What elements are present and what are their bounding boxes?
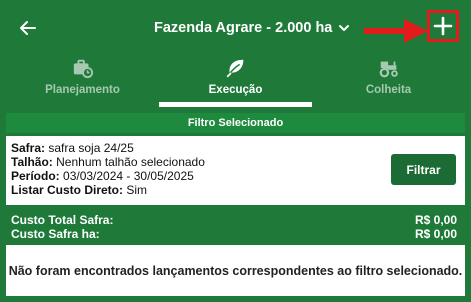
tab-colheita[interactable]: Colheita (312, 50, 465, 107)
filter-summary: Safra: safra soja 24/25 Talhão: Nenhum t… (6, 136, 465, 205)
back-button[interactable] (16, 16, 40, 40)
talhao-value: Nenhum talhão selecionado (56, 155, 205, 169)
talhao-line: Talhão: Nenhum talhão selecionado (11, 155, 205, 169)
add-button[interactable] (427, 10, 459, 42)
total-row: Custo Total Safra: R$ 0,00 (11, 213, 457, 227)
safra-value: safra soja 24/25 (48, 141, 134, 155)
tab-planejamento-label: Planejamento (45, 84, 120, 96)
app-header: Fazenda Agrare - 2.000 ha (6, 5, 465, 50)
annotation-arrow-icon (364, 19, 428, 43)
arrow-left-icon (20, 21, 36, 35)
plus-icon (433, 16, 453, 36)
talhao-label: Talhão: (11, 155, 53, 169)
farm-selector[interactable]: Fazenda Agrare - 2.000 ha (154, 17, 351, 39)
custo-direto-label: Listar Custo Direto: (11, 183, 124, 197)
leaf-icon (226, 59, 243, 78)
farm-title: Fazenda Agrare - 2.000 ha (154, 20, 333, 36)
total-label: Custo Total Safra: (11, 213, 114, 227)
filter-button[interactable]: Filtrar (391, 154, 456, 185)
tab-bar: Planejamento Execução Colheita (6, 50, 465, 107)
tractor-icon (379, 61, 398, 78)
ha-row: Custo Safra ha: R$ 0,00 (11, 227, 457, 241)
periodo-value: 03/03/2024 - 30/05/2025 (63, 169, 194, 183)
tab-planejamento[interactable]: Planejamento (6, 50, 159, 107)
periodo-label: Período: (11, 169, 60, 183)
tab-execucao[interactable]: Execução (159, 50, 312, 107)
chevron-down-icon (339, 25, 350, 31)
tab-colheita-label: Colheita (365, 84, 412, 96)
custo-direto-value: Sim (126, 183, 148, 197)
safra-label: Safra: (11, 141, 46, 155)
tab-execucao-label: Execução (208, 84, 263, 96)
custo-direto-line: Listar Custo Direto: Sim (11, 183, 205, 197)
safra-line: Safra: safra soja 24/25 (11, 141, 205, 155)
ha-value: R$ 0,00 (414, 227, 457, 241)
ha-label: Custo Safra ha: (11, 227, 100, 241)
totals-panel: Custo Total Safra: R$ 0,00 Custo Safra h… (6, 210, 465, 242)
empty-state-message: Não foram encontrados lançamentos corres… (6, 245, 465, 296)
filter-heading: Filtro Selecionado (6, 113, 465, 133)
briefcase-clock-icon (73, 59, 93, 79)
filter-lines: Safra: safra soja 24/25 Talhão: Nenhum t… (11, 141, 205, 197)
periodo-line: Período: 03/03/2024 - 30/05/2025 (11, 169, 205, 183)
total-value: R$ 0,00 (414, 213, 457, 227)
